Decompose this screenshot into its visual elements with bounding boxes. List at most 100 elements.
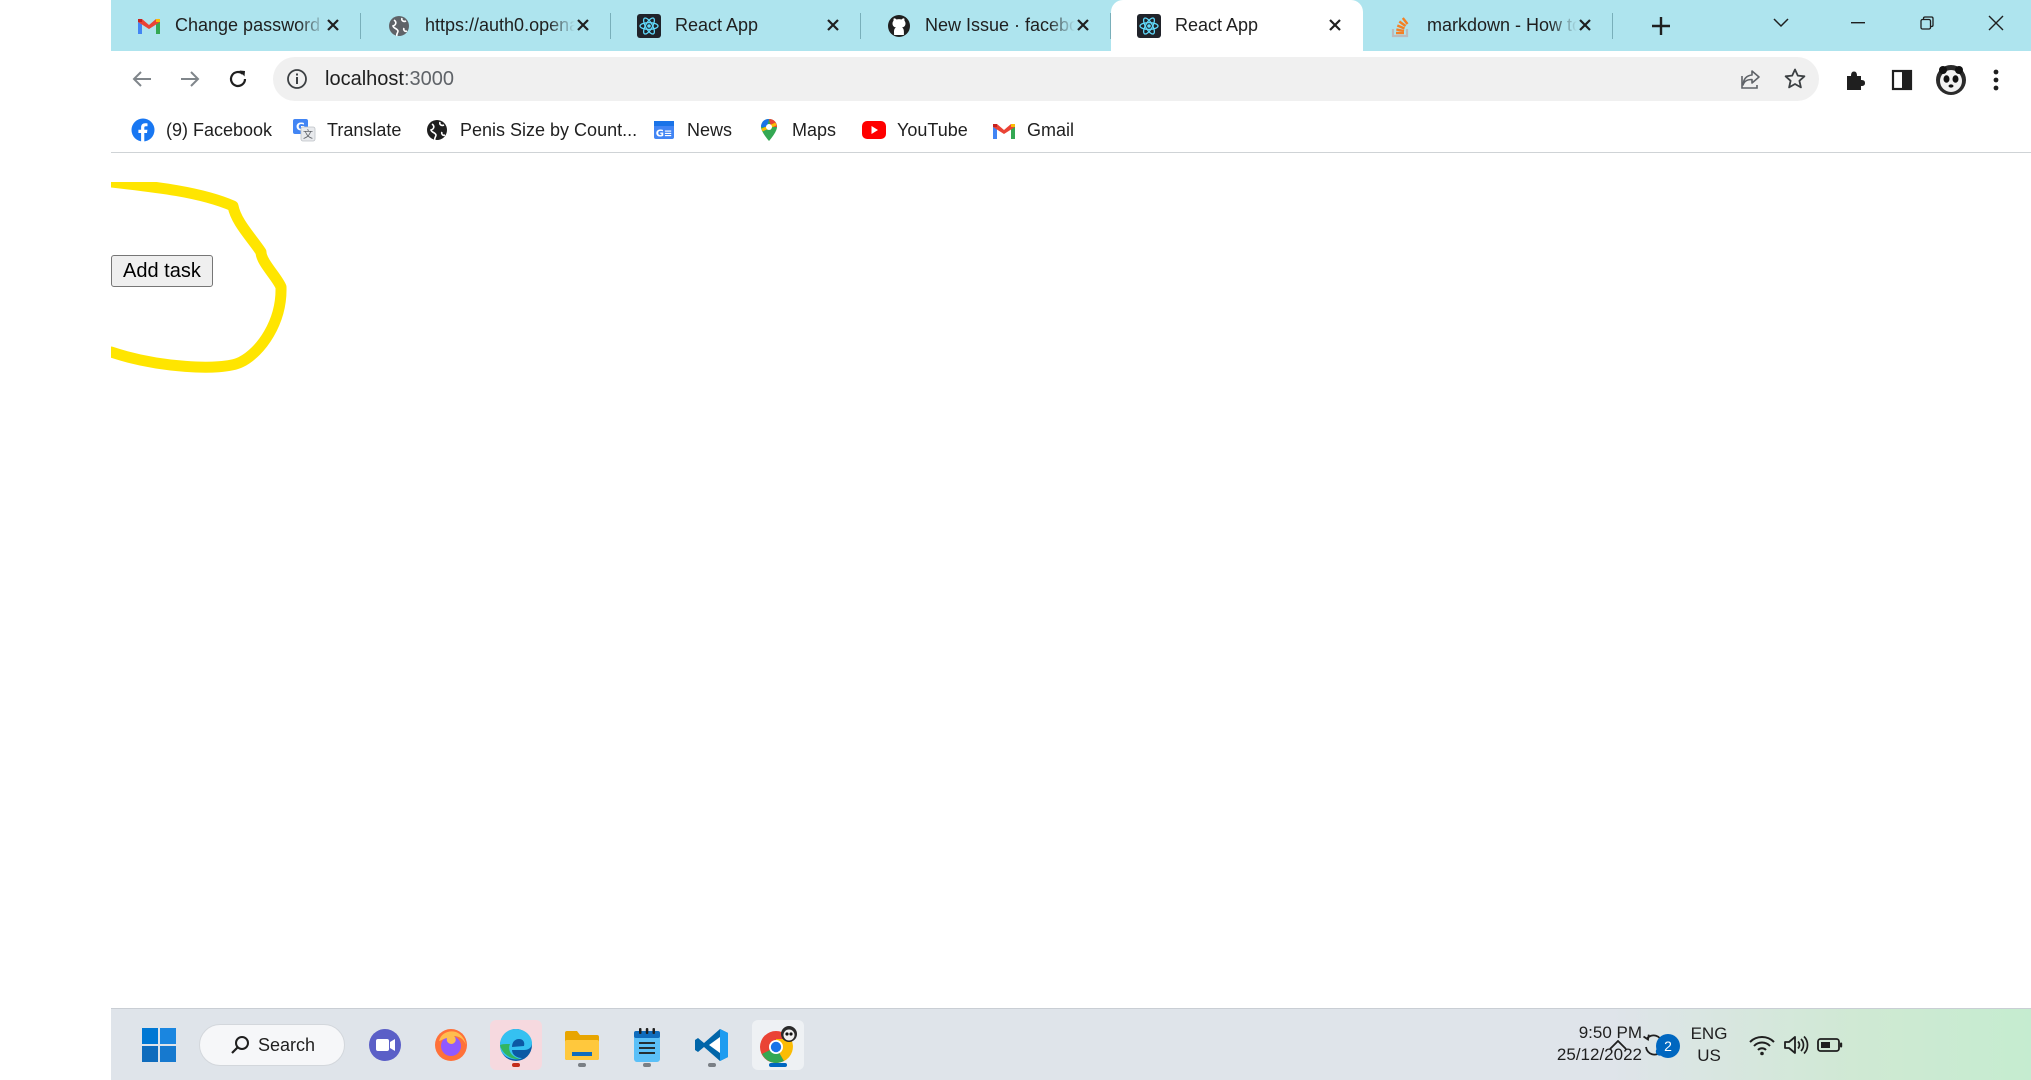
tab-stackoverflow-markdown[interactable]: markdown - How to [1363, 0, 1613, 51]
file-explorer-icon [565, 1031, 599, 1060]
url-port: :3000 [403, 68, 454, 90]
search-icon [231, 1036, 249, 1054]
close-icon[interactable] [571, 13, 595, 37]
minimize-button[interactable] [1838, 6, 1878, 40]
maps-icon [757, 118, 781, 142]
chrome-icon [760, 1026, 797, 1063]
bookmark-facebook[interactable]: (9) Facebook [131, 113, 272, 147]
bookmark-penis-size[interactable]: Penis Size by Count... [425, 113, 637, 147]
taskbar-app-chrome[interactable] [752, 1020, 804, 1070]
extensions-button[interactable] [1842, 67, 1868, 93]
yellow-highlight-annotation [111, 182, 287, 373]
search-label: Search [258, 1034, 316, 1055]
bookmark-youtube[interactable]: YouTube [862, 113, 968, 147]
close-icon[interactable] [321, 13, 345, 37]
bookmark-translate[interactable]: G文 Translate [292, 113, 401, 147]
running-indicator [512, 1063, 520, 1067]
wifi-icon [1749, 1036, 1775, 1056]
back-button[interactable] [126, 63, 158, 95]
screen: Change password for https://auth0.openai… [0, 0, 2031, 1080]
facebook-icon [131, 118, 155, 142]
tab-title: React App [1175, 15, 1259, 35]
react-icon [637, 13, 661, 38]
tab-gmail-change-password[interactable]: Change password for [111, 0, 361, 51]
close-icon[interactable] [1071, 13, 1095, 37]
network-volume-battery-button[interactable] [1746, 1020, 1846, 1070]
start-button[interactable] [133, 1020, 185, 1070]
bookmark-label: Translate [327, 119, 402, 140]
bookmark-label: (9) Facebook [166, 119, 273, 140]
taskbar-app-file-explorer[interactable] [556, 1020, 608, 1070]
svg-text:文: 文 [303, 128, 313, 141]
react-icon [1137, 13, 1161, 38]
panda-avatar-icon [1936, 65, 1966, 95]
taskbar-search[interactable]: Search [199, 1024, 345, 1066]
taskbar-app-chat[interactable] [359, 1020, 411, 1070]
running-indicator [769, 1063, 787, 1067]
forward-button[interactable] [174, 63, 206, 95]
translate-icon: G文 [292, 118, 316, 142]
tab-title: markdown - How to [1427, 15, 1577, 35]
browser-window: Change password for https://auth0.openai… [111, 0, 2031, 1008]
url-text: localhost:3000 [325, 68, 454, 91]
add-task-button[interactable]: Add task [111, 255, 213, 287]
close-window-button[interactable] [1976, 6, 2016, 40]
info-icon[interactable] [285, 67, 309, 91]
globe-icon [425, 118, 449, 142]
bookmark-maps[interactable]: Maps [757, 113, 836, 147]
tab-search-button[interactable] [1761, 6, 1801, 40]
new-tab-button[interactable] [1646, 11, 1676, 41]
vscode-icon [695, 1029, 728, 1061]
close-icon[interactable] [1573, 13, 1597, 37]
taskbar-app-vscode[interactable] [686, 1020, 738, 1070]
taskbar-app-firefox[interactable] [425, 1020, 477, 1070]
address-bar[interactable]: localhost:3000 [273, 57, 1819, 101]
running-indicator [708, 1063, 716, 1067]
close-icon[interactable] [1323, 13, 1347, 37]
chevron-down-icon [1773, 18, 1789, 28]
minimize-icon [1851, 22, 1865, 24]
tab-react-app-active[interactable]: React App [1111, 0, 1363, 51]
close-icon [1988, 15, 2004, 31]
edge-icon [500, 1029, 532, 1061]
news-icon: G≡ [652, 118, 676, 142]
page-content: Add task [111, 154, 2031, 1008]
desktop-margin [0, 0, 111, 1080]
notepad-icon [634, 1028, 660, 1062]
bookmark-label: Maps [792, 119, 837, 140]
reload-button[interactable] [222, 63, 254, 95]
tab-title: Change password for [175, 15, 325, 35]
close-icon[interactable] [821, 13, 845, 37]
bookmark-label: YouTube [897, 119, 968, 140]
share-icon[interactable] [1739, 67, 1763, 91]
bookmark-news[interactable]: G≡ News [652, 113, 732, 147]
restore-button[interactable] [1907, 6, 1947, 40]
taskbar-app-edge[interactable] [490, 1020, 542, 1070]
plus-icon [1652, 17, 1670, 35]
restore-icon [1920, 16, 1934, 30]
language-indicator[interactable]: ENG US [1686, 1023, 1732, 1067]
chrome-menu-button[interactable] [1983, 67, 2009, 93]
language-code: ENG [1690, 1024, 1728, 1043]
tab-react-app-1[interactable]: React App [611, 0, 861, 51]
side-panel-icon [1891, 69, 1913, 91]
tab-auth0[interactable]: https://auth0.openai.com [361, 0, 611, 51]
arrow-right-icon [181, 71, 200, 87]
profile-avatar[interactable] [1935, 64, 1967, 96]
github-icon [887, 14, 911, 38]
battery-icon [1817, 1038, 1843, 1052]
notification-badge[interactable]: 2 [1656, 1034, 1680, 1058]
url-host: localhost [325, 68, 404, 90]
running-indicator [643, 1063, 651, 1067]
tab-github-new-issue[interactable]: New Issue · facebook [861, 0, 1111, 51]
gmail-icon [992, 118, 1016, 142]
tab-title: https://auth0.openai.com [425, 15, 575, 35]
taskbar-app-notepad[interactable] [621, 1020, 673, 1070]
windows-taskbar: Search ENG US 9:50 PM 25/12/2022 2 [111, 1008, 2031, 1080]
side-panel-button[interactable] [1889, 67, 1915, 93]
globe-icon [387, 14, 411, 38]
bookmark-gmail[interactable]: Gmail [992, 113, 1074, 147]
bookmark-label: Gmail [1027, 119, 1075, 140]
bookmark-star-icon[interactable] [1783, 67, 1807, 91]
taskbar-clock[interactable]: 9:50 PM 25/12/2022 [1538, 1022, 1642, 1066]
